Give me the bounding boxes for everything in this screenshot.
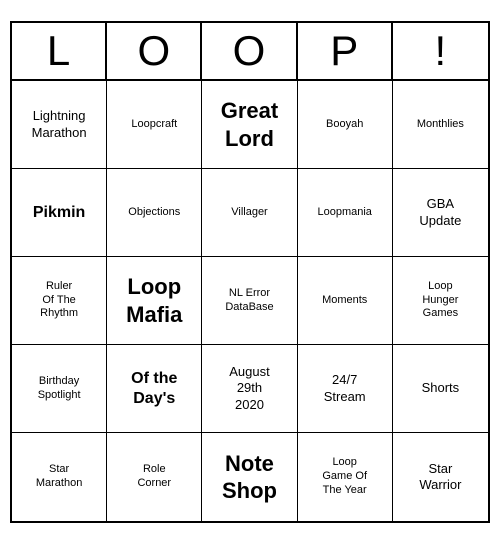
bingo-grid: Lightning MarathonLoopcraftGreat LordBoo… xyxy=(12,81,488,521)
bingo-cell-1: Loopcraft xyxy=(107,81,202,169)
header-letter-P: P xyxy=(298,23,393,79)
header-letter-O: O xyxy=(202,23,297,79)
header-letter-!: ! xyxy=(393,23,488,79)
bingo-cell-8: Loopmania xyxy=(298,169,393,257)
bingo-cell-15: Birthday Spotlight xyxy=(12,345,107,433)
header-letter-O: O xyxy=(107,23,202,79)
bingo-card: LOOP! Lightning MarathonLoopcraftGreat L… xyxy=(10,21,490,523)
bingo-cell-20: Star Marathon xyxy=(12,433,107,521)
bingo-cell-17: August 29th 2020 xyxy=(202,345,297,433)
bingo-cell-7: Villager xyxy=(202,169,297,257)
bingo-cell-13: Moments xyxy=(298,257,393,345)
bingo-cell-0: Lightning Marathon xyxy=(12,81,107,169)
bingo-header: LOOP! xyxy=(12,23,488,81)
bingo-cell-11: Loop Mafia xyxy=(107,257,202,345)
bingo-cell-6: Objections xyxy=(107,169,202,257)
bingo-cell-5: Pikmin xyxy=(12,169,107,257)
bingo-cell-4: Monthlies xyxy=(393,81,488,169)
bingo-cell-10: Ruler Of The Rhythm xyxy=(12,257,107,345)
bingo-cell-21: Role Corner xyxy=(107,433,202,521)
header-letter-L: L xyxy=(12,23,107,79)
bingo-cell-12: NL Error DataBase xyxy=(202,257,297,345)
bingo-cell-18: 24/7 Stream xyxy=(298,345,393,433)
bingo-cell-14: Loop Hunger Games xyxy=(393,257,488,345)
bingo-cell-24: Star Warrior xyxy=(393,433,488,521)
bingo-cell-9: GBA Update xyxy=(393,169,488,257)
bingo-cell-16: Of the Day's xyxy=(107,345,202,433)
bingo-cell-3: Booyah xyxy=(298,81,393,169)
bingo-cell-23: Loop Game Of The Year xyxy=(298,433,393,521)
bingo-cell-22: Note Shop xyxy=(202,433,297,521)
bingo-cell-2: Great Lord xyxy=(202,81,297,169)
bingo-cell-19: Shorts xyxy=(393,345,488,433)
